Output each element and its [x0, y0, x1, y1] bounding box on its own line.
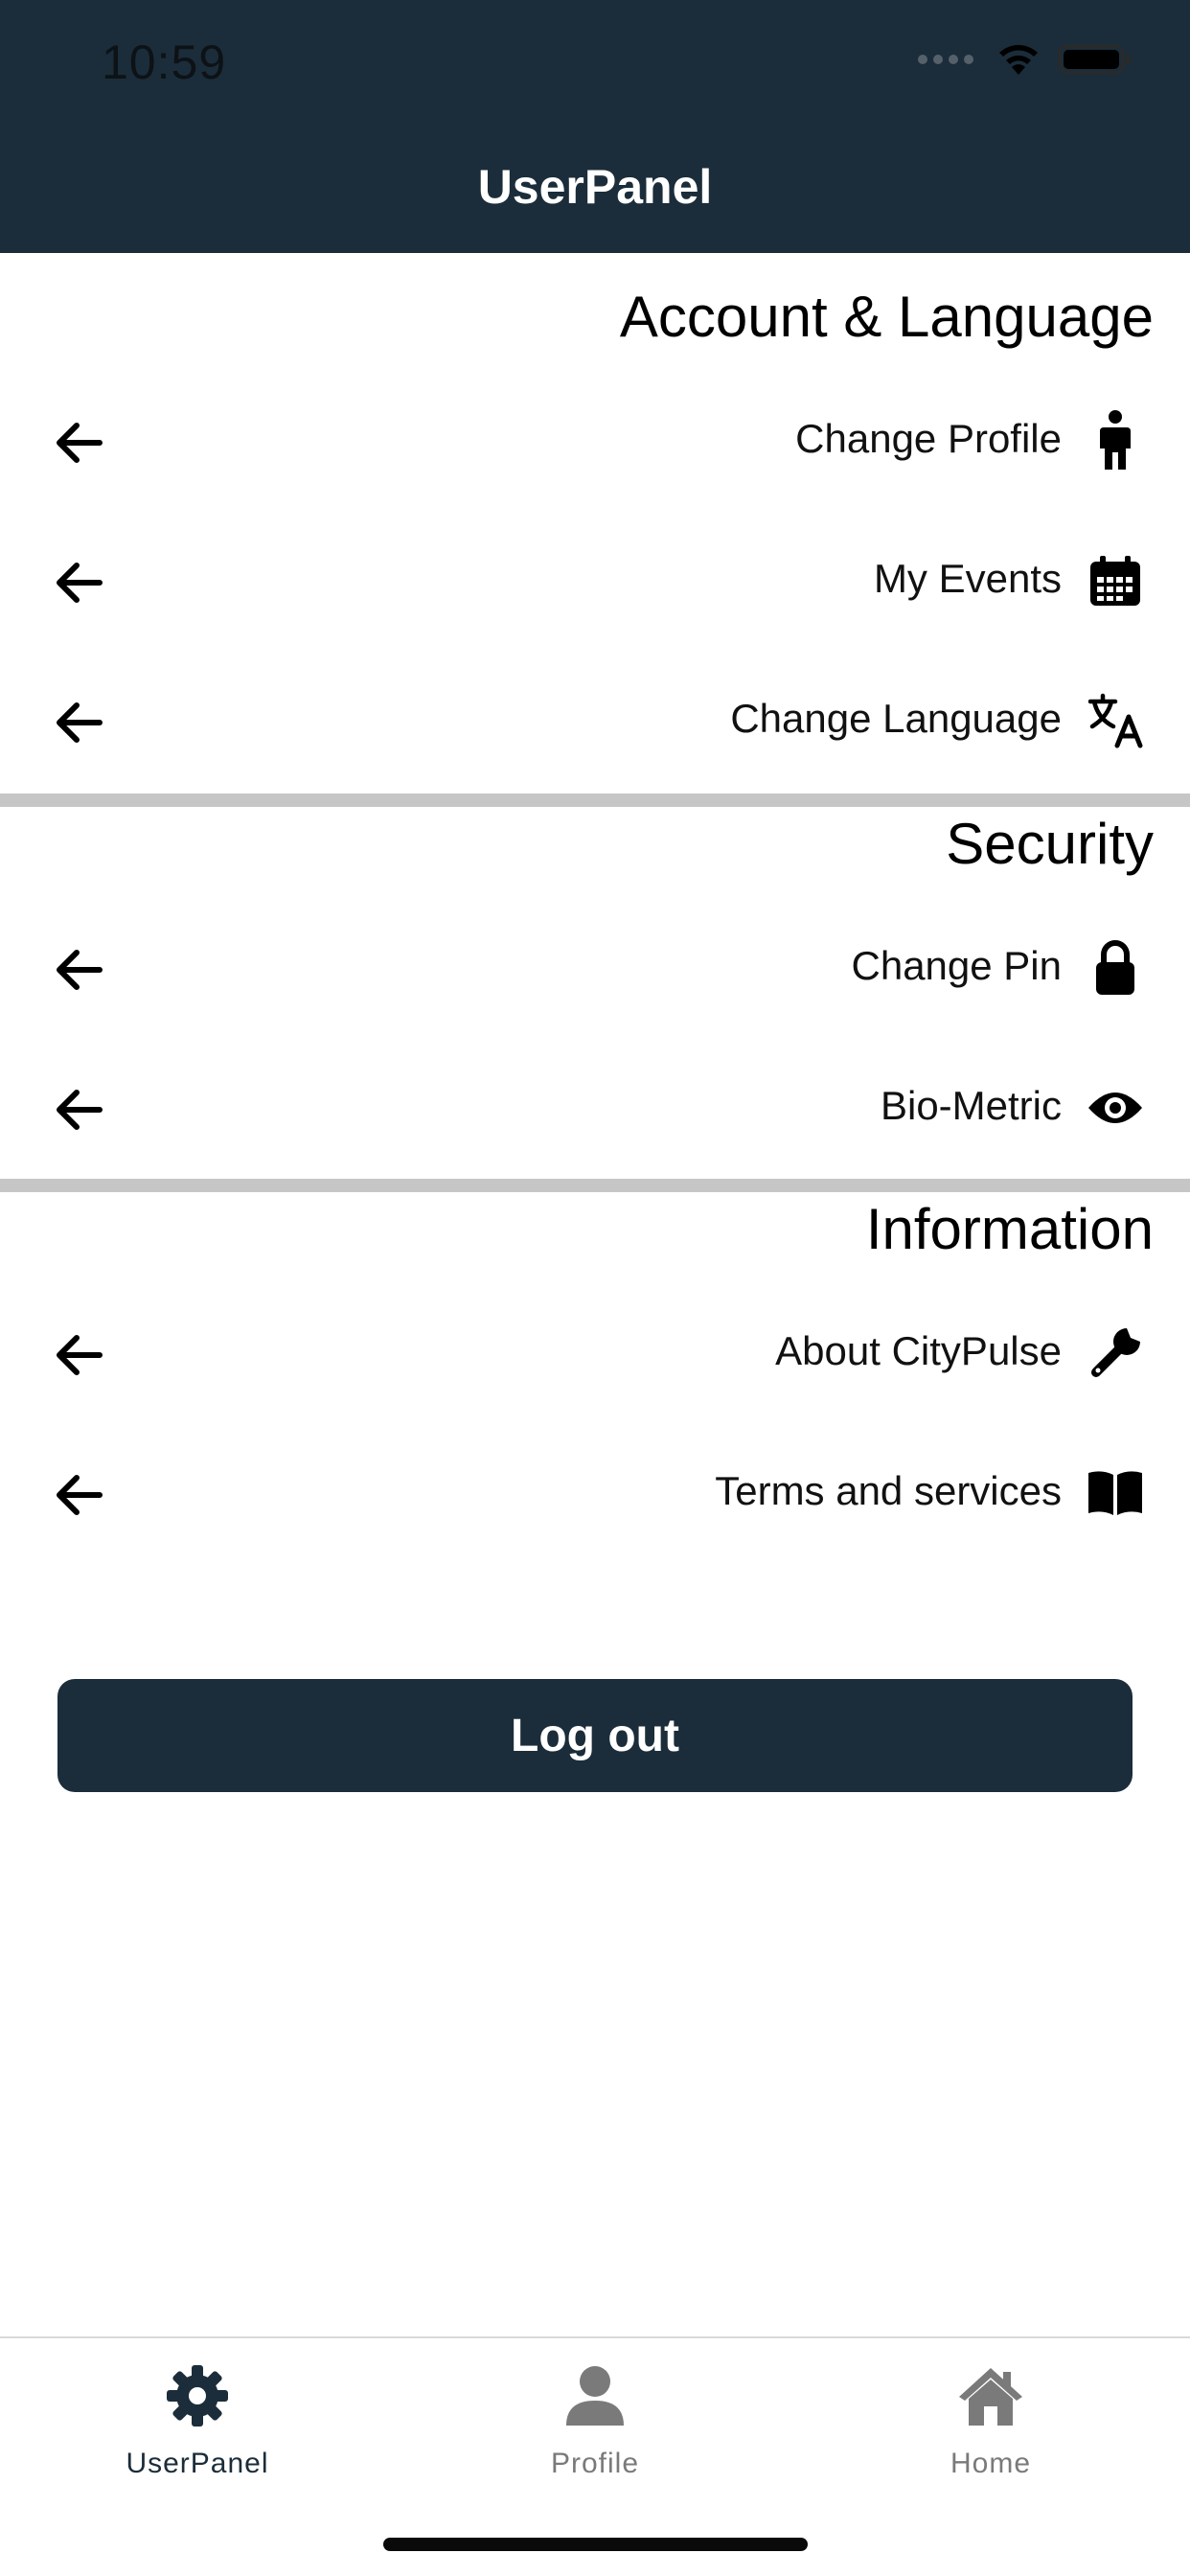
arrow-left-icon — [57, 702, 103, 743]
section-divider — [0, 794, 1190, 807]
menu-item-change-pin[interactable]: Change Pin — [0, 899, 1190, 1039]
logout-button[interactable]: Log out — [57, 1679, 1133, 1792]
person-icon — [1085, 410, 1146, 472]
menu-item-label: Change Pin — [851, 943, 1063, 988]
battery-icon — [1058, 44, 1131, 75]
menu-item-about-citypulse[interactable]: About CityPulse — [0, 1284, 1190, 1424]
menu-item-change-profile[interactable]: Change Profile — [0, 372, 1190, 512]
arrow-left-icon — [57, 1335, 103, 1375]
arrow-left-icon — [57, 1090, 103, 1130]
lock-icon — [1085, 937, 1146, 999]
tab-label: Home — [950, 2448, 1032, 2479]
section-divider — [0, 1179, 1190, 1192]
user-panel-screen: 10:59 UserPanel Account & Language Chang… — [0, 0, 1190, 2576]
arrow-left-icon — [57, 423, 103, 463]
menu-item-bio-metric[interactable]: Bio-Metric — [0, 1039, 1190, 1179]
home-icon — [952, 2358, 1029, 2434]
translate-icon — [1085, 690, 1146, 751]
menu-item-terms-and-services[interactable]: Terms and services — [0, 1424, 1190, 1564]
home-indicator — [383, 2538, 808, 2551]
section-title-security: Security — [946, 812, 1154, 876]
menu-item-label: My Events — [873, 556, 1062, 601]
tab-label: Profile — [550, 2448, 640, 2479]
status-icons — [918, 42, 1133, 77]
navigation-header: 10:59 UserPanel — [0, 0, 1190, 253]
wifi-icon — [999, 45, 1038, 75]
tab-label: UserPanel — [126, 2448, 269, 2479]
menu-item-label: Change Language — [730, 696, 1062, 741]
menu-item-label: Change Profile — [795, 416, 1062, 461]
signal-icon — [918, 55, 973, 64]
gear-icon — [159, 2358, 236, 2434]
menu-item-label: Bio-Metric — [880, 1083, 1062, 1128]
tab-home[interactable]: Home — [876, 2358, 1106, 2480]
arrow-left-icon — [57, 563, 103, 603]
arrow-left-icon — [57, 950, 103, 990]
tab-userpanel[interactable]: UserPanel — [82, 2358, 312, 2480]
menu-item-label: About CityPulse — [775, 1328, 1062, 1373]
section-title-account-language: Account & Language — [619, 285, 1154, 349]
calendar-icon — [1085, 550, 1146, 611]
eye-icon — [1085, 1077, 1146, 1138]
status-time: 10:59 — [102, 35, 227, 89]
book-icon — [1085, 1462, 1146, 1524]
menu-item-label: Terms and services — [715, 1468, 1062, 1513]
menu-item-my-events[interactable]: My Events — [0, 512, 1190, 652]
tab-profile[interactable]: Profile — [480, 2358, 710, 2480]
arrow-left-icon — [57, 1475, 103, 1515]
wrench-icon — [1085, 1322, 1146, 1384]
page-title: UserPanel — [477, 160, 713, 214]
menu-item-change-language[interactable]: Change Language — [0, 652, 1190, 792]
section-title-information: Information — [865, 1197, 1154, 1261]
person-icon — [557, 2358, 633, 2434]
